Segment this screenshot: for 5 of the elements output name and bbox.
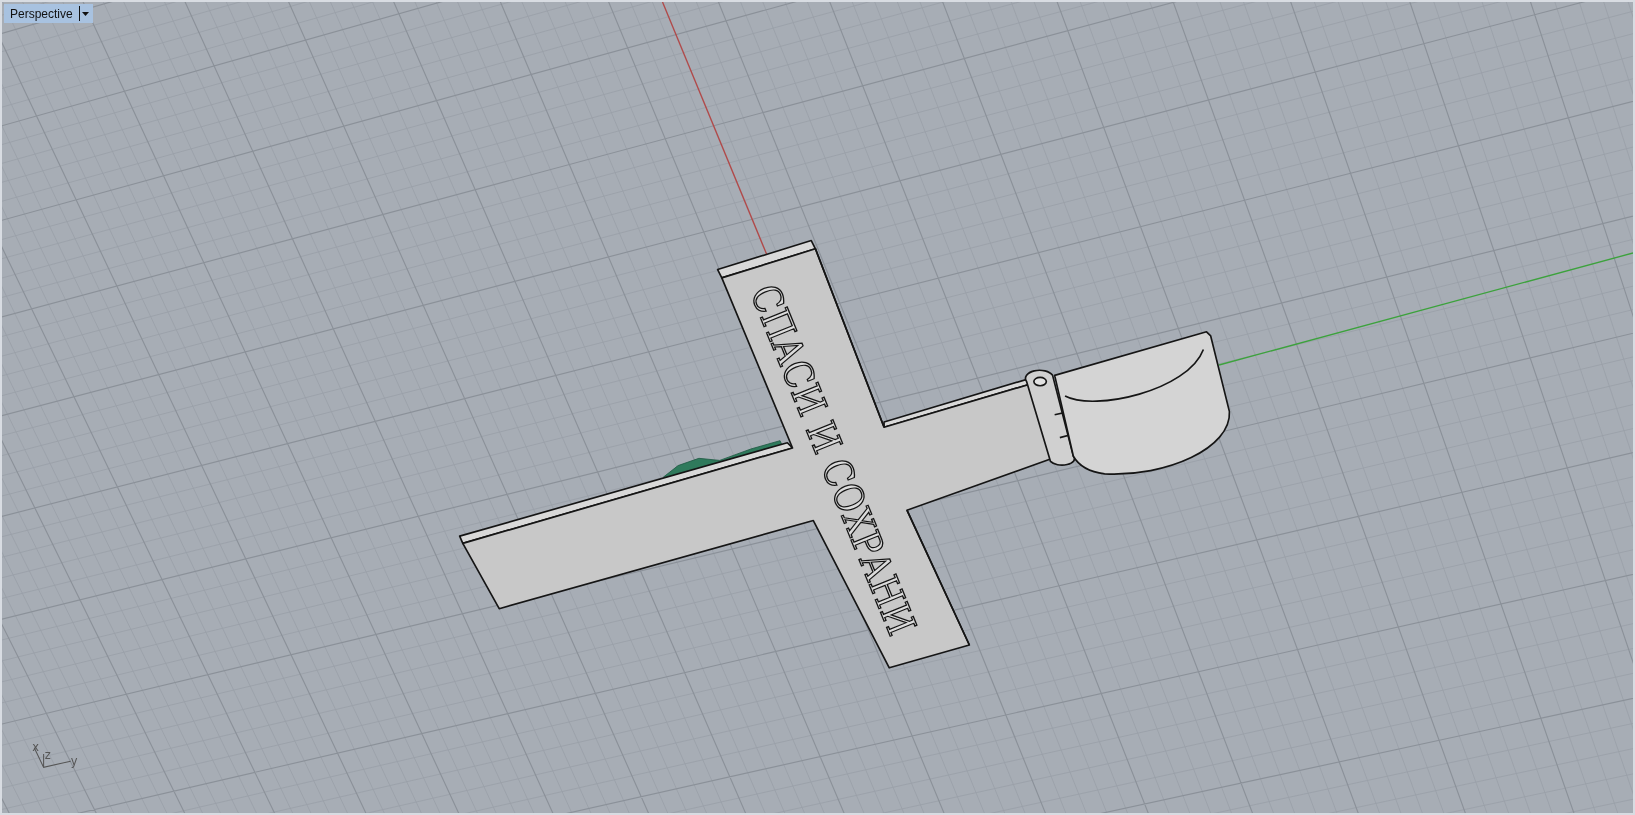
viewport-tab[interactable]: Perspective	[4, 4, 93, 23]
viewport-menu-button[interactable]	[78, 6, 89, 21]
axis-widget-drawing: x z y	[32, 739, 78, 769]
viewport-title: Perspective	[10, 6, 73, 21]
caret-icon	[81, 11, 89, 16]
